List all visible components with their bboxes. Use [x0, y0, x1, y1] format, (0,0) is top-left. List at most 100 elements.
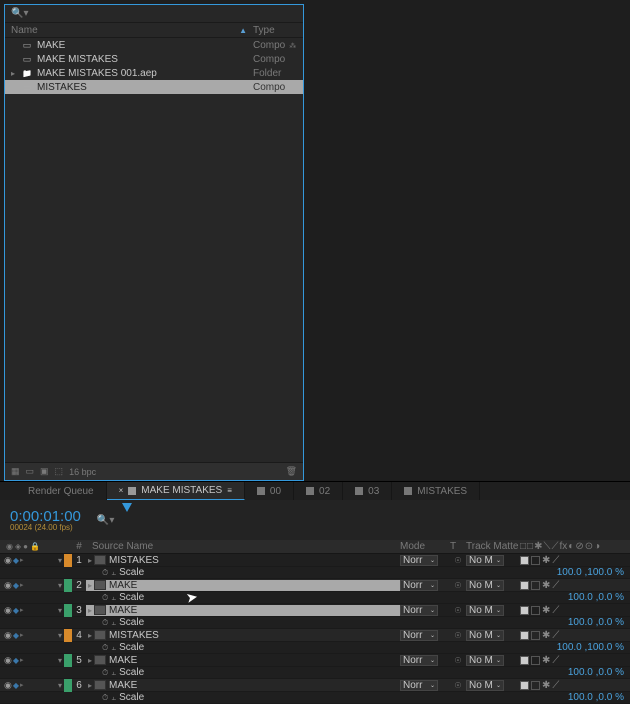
- keyframe-nav-icon[interactable]: ◆: [13, 556, 19, 565]
- timeline-tab[interactable]: 00: [245, 482, 294, 500]
- preserve-transparency-cell[interactable]: ☉: [450, 680, 466, 691]
- stopwatch-icon[interactable]: ⏱: [102, 643, 108, 653]
- twirl-icon[interactable]: ▾: [58, 681, 62, 690]
- collapse-switch[interactable]: [520, 581, 529, 590]
- keyframe-nav-icon[interactable]: ◆: [13, 681, 19, 690]
- blend-mode-cell[interactable]: Norr⌄: [400, 605, 450, 616]
- twirl-icon[interactable]: ▾: [58, 631, 62, 640]
- shy-icon[interactable]: ▸: [20, 656, 24, 664]
- property-value[interactable]: 100.0 ,0.0 %: [400, 667, 630, 678]
- layer-color-label[interactable]: [64, 654, 72, 667]
- interpret-icon[interactable]: ▦: [11, 466, 20, 477]
- layer-switches[interactable]: ✱⟋: [520, 605, 630, 616]
- layer-row[interactable]: ◉◆▸▾5▸MAKENorr⌄☉No M⌄✱⟋: [0, 654, 630, 667]
- blend-mode-dropdown[interactable]: Norr⌄: [400, 555, 438, 566]
- timeline-tab[interactable]: 03: [343, 482, 392, 500]
- layer-twirl-icon[interactable]: ▸: [88, 581, 92, 590]
- blend-mode-dropdown[interactable]: Norr⌄: [400, 630, 438, 641]
- visibility-icon[interactable]: ◉: [4, 630, 12, 641]
- motion-blur-switch[interactable]: ✱: [542, 580, 550, 591]
- stopwatch-icon[interactable]: ⏱: [102, 668, 108, 678]
- twirl-icon[interactable]: ▾: [58, 656, 62, 665]
- mode-header[interactable]: Mode: [400, 541, 450, 552]
- quality-switch[interactable]: [531, 606, 540, 615]
- property-row[interactable]: ⏱⫠Scale100.0 ,0.0 %: [0, 592, 630, 604]
- motion-blur-switch[interactable]: ✱: [542, 680, 550, 691]
- track-matte-cell[interactable]: No M⌄: [466, 655, 520, 666]
- quality-switch[interactable]: [531, 656, 540, 665]
- graph-icon[interactable]: ⫠: [111, 593, 116, 603]
- blend-mode-dropdown[interactable]: Norr⌄: [400, 655, 438, 666]
- property-value[interactable]: 100.0 ,0.0 %: [400, 592, 630, 603]
- preserve-transparency-cell[interactable]: ☉: [450, 580, 466, 591]
- graph-icon[interactable]: ⫠: [111, 693, 116, 703]
- shy-icon[interactable]: ▸: [20, 606, 24, 614]
- track-matte-dropdown[interactable]: No M⌄: [466, 630, 504, 641]
- layer-av-switches[interactable]: ◉◆▸▾: [0, 555, 64, 566]
- shy-icon[interactable]: ▸: [20, 681, 24, 689]
- track-matte-cell[interactable]: No M⌄: [466, 605, 520, 616]
- column-type-header[interactable]: Type: [253, 23, 303, 37]
- shy-icon[interactable]: ▸: [20, 556, 24, 564]
- layer-name-cell[interactable]: ▸MISTAKES: [86, 555, 400, 566]
- collapse-switch[interactable]: [520, 681, 529, 690]
- blend-mode-dropdown[interactable]: Norr⌄: [400, 605, 438, 616]
- adjustment-switch[interactable]: ⟋: [552, 630, 559, 641]
- twirl-icon[interactable]: ▾: [58, 581, 62, 590]
- adjustment-switch[interactable]: ⟋: [552, 580, 559, 591]
- property-name-cell[interactable]: ⏱⫠Scale: [72, 692, 400, 703]
- keyframe-nav-icon[interactable]: ◆: [13, 581, 19, 590]
- layer-rows[interactable]: ◉◆▸▾1▸MISTAKESNorr⌄☉No M⌄✱⟋⏱⫠Scale100.0 …: [0, 554, 630, 704]
- layer-switches[interactable]: ✱⟋: [520, 580, 630, 591]
- project-item-list[interactable]: MAKECompo ⁂MAKE MISTAKESCompo▸MAKE MISTA…: [5, 38, 303, 462]
- layer-color-label[interactable]: [64, 554, 72, 567]
- stopwatch-icon[interactable]: ⏱: [102, 593, 108, 603]
- track-matte-cell[interactable]: No M⌄: [466, 580, 520, 591]
- shy-icon[interactable]: ▸: [20, 581, 24, 589]
- visibility-icon[interactable]: ◉: [4, 680, 12, 691]
- layer-av-switches[interactable]: ◉◆▸ ▾: [0, 680, 64, 691]
- property-value[interactable]: 100.0 ,0.0 %: [400, 692, 630, 703]
- quality-switch[interactable]: [531, 681, 540, 690]
- layer-row[interactable]: ◉◆▸▾1▸MISTAKESNorr⌄☉No M⌄✱⟋: [0, 554, 630, 567]
- layer-row[interactable]: ◉◆▸▾6▸MAKENorr⌄☉No M⌄✱⟋: [0, 679, 630, 692]
- track-matte-cell[interactable]: No M⌄: [466, 630, 520, 641]
- layer-twirl-icon[interactable]: ▸: [88, 656, 92, 665]
- playhead-icon[interactable]: [122, 503, 132, 512]
- track-matte-dropdown[interactable]: No M⌄: [466, 680, 504, 691]
- property-name-cell[interactable]: ⏱⫠Scale: [72, 592, 400, 603]
- collapse-switch[interactable]: [520, 631, 529, 640]
- layer-name-cell[interactable]: ▸MAKE: [86, 605, 400, 616]
- adjustment-switch[interactable]: ⟋: [552, 605, 559, 616]
- graph-icon[interactable]: ⫠: [111, 618, 116, 628]
- settings-icon[interactable]: ⬚: [55, 466, 64, 477]
- layer-av-switches[interactable]: ◉◆▸▾: [0, 630, 64, 641]
- layer-twirl-icon[interactable]: ▸: [88, 681, 92, 690]
- preserve-transparency-cell[interactable]: ☉: [450, 630, 466, 641]
- layer-av-switches[interactable]: ◉◆▸▾: [0, 655, 64, 666]
- graph-icon[interactable]: ⫠: [111, 668, 116, 678]
- project-item[interactable]: ▸MAKE MISTAKES 001.aepFolder: [5, 66, 303, 80]
- layer-color-label[interactable]: [64, 629, 72, 642]
- project-search-row[interactable]: 🔍▾: [5, 5, 303, 23]
- layer-color-label[interactable]: [64, 604, 72, 617]
- keyframe-nav-icon[interactable]: ◆: [13, 606, 19, 615]
- track-matte-dropdown[interactable]: No M⌄: [466, 655, 504, 666]
- track-matte-dropdown[interactable]: No M⌄: [466, 580, 504, 591]
- new-folder-icon[interactable]: ▭: [26, 466, 35, 477]
- layer-row[interactable]: ◉◆▸▾3▸MAKENorr⌄☉No M⌄✱⟋: [0, 604, 630, 617]
- track-matte-cell[interactable]: No M⌄: [466, 680, 520, 691]
- index-header[interactable]: #: [72, 541, 86, 552]
- quality-switch[interactable]: [531, 556, 540, 565]
- timeline-tab-strip[interactable]: Render Queue×MAKE MISTAKES≡000203MISTAKE…: [0, 482, 630, 500]
- adjustment-switch[interactable]: ⟋: [552, 655, 559, 666]
- stopwatch-icon[interactable]: ⏱: [102, 618, 108, 628]
- motion-blur-switch[interactable]: ✱: [542, 630, 550, 641]
- property-row[interactable]: ⏱⫠Scale100.0 ,100.0 %: [0, 642, 630, 654]
- property-value[interactable]: 100.0 ,100.0 %: [400, 642, 630, 653]
- track-matte-cell[interactable]: No M⌄: [466, 555, 520, 566]
- preserve-transparency-cell[interactable]: ☉: [450, 605, 466, 616]
- track-matte-header[interactable]: Track Matte: [466, 541, 520, 552]
- timeline-tab[interactable]: ×MAKE MISTAKES≡: [107, 482, 245, 500]
- quality-switch[interactable]: [531, 581, 540, 590]
